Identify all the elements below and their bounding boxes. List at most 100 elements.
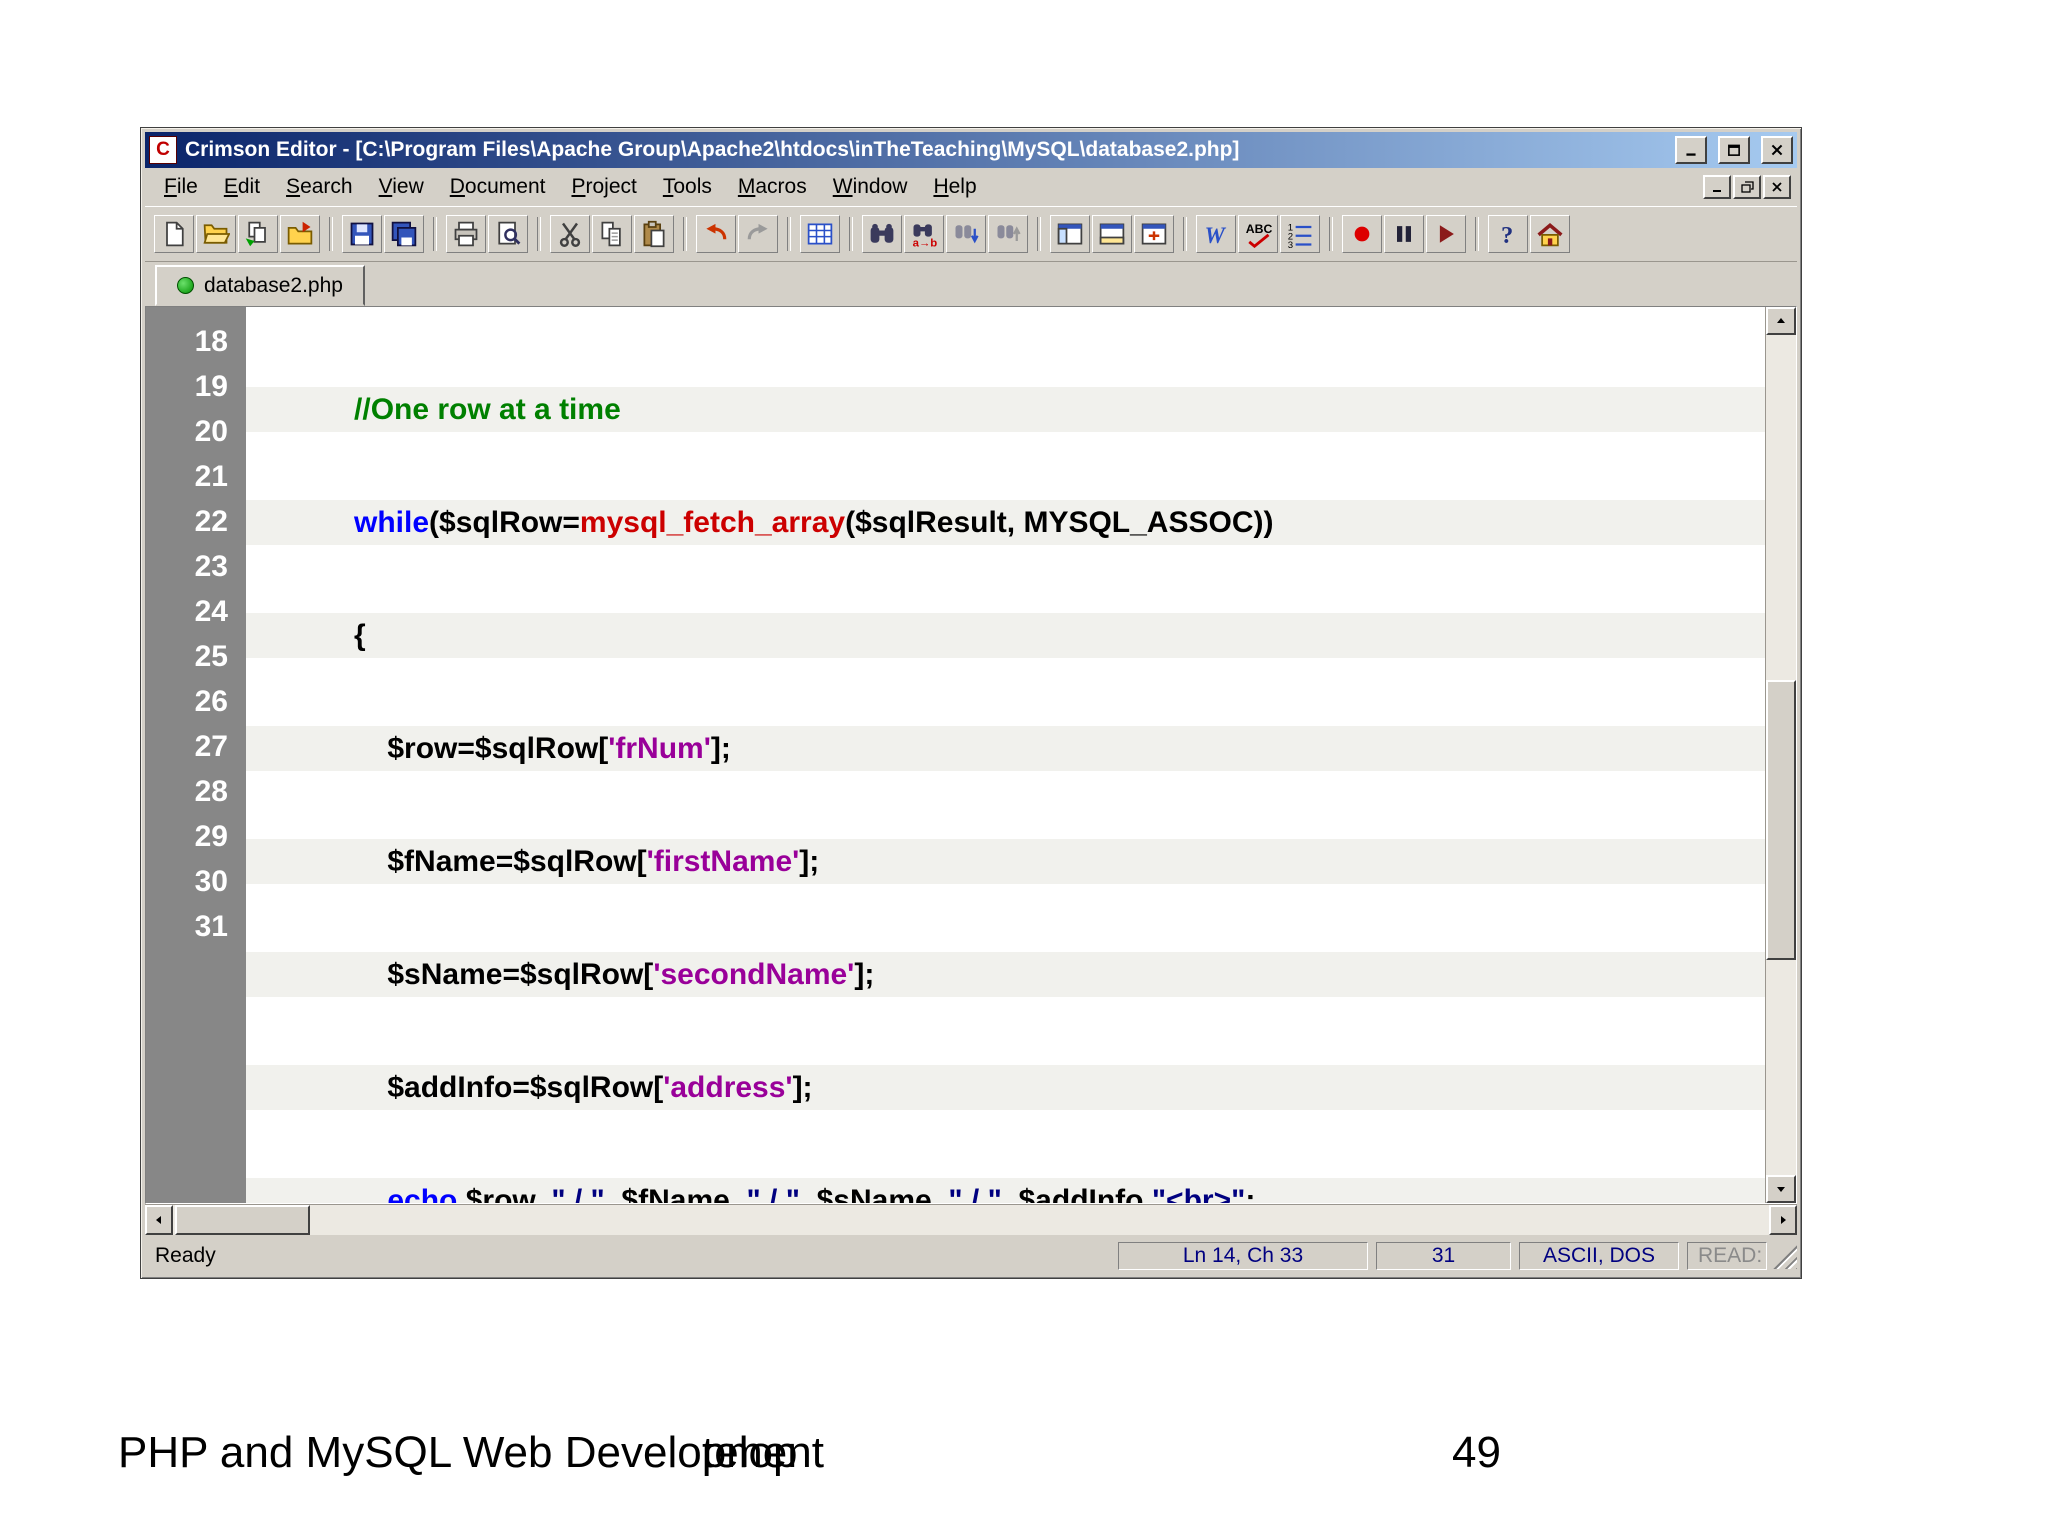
line-number: 18 [194,325,228,358]
slide-page-number: 49 [1452,1428,1501,1477]
toggle-project-pane-button[interactable] [1050,215,1090,253]
question-mark-icon: ? [1501,222,1513,248]
status-cursor-position: Ln 14, Ch 33 [1118,1242,1368,1270]
menu-help[interactable]: Help [920,171,989,203]
paste-button[interactable] [634,215,674,253]
mdi-close-button[interactable] [1763,175,1791,199]
play-icon [1439,225,1454,243]
save-button[interactable] [342,215,382,253]
menu-view[interactable]: View [366,171,437,203]
menu-project[interactable]: Project [558,171,649,203]
print-preview-button[interactable] [488,215,528,253]
code-segment: " / " [551,1184,605,1203]
status-readonly-mode: READ: [1687,1242,1767,1270]
menu-edit[interactable]: Edit [211,171,273,203]
spell-check-button[interactable]: ABC [1238,215,1278,253]
horizontal-scroll-track[interactable] [173,1205,1769,1235]
minimize-icon [1713,190,1721,192]
toolbar-separator [1329,217,1333,251]
play-macro-button[interactable] [1426,215,1466,253]
code-segment: $row. [457,1184,552,1203]
home-icon [1537,222,1563,247]
editor-area[interactable]: 18 19 20 21 22 23 24 25 26 27 28 29 30 3… [145,306,1797,1204]
minimize-button[interactable] [1675,136,1707,164]
home-button[interactable] [1530,215,1570,253]
word-w-icon: W [1205,223,1227,248]
close-button[interactable] [1761,136,1793,164]
scroll-down-button[interactable] [1766,1175,1796,1203]
new-file-button[interactable] [154,215,194,253]
maximize-icon [1728,144,1740,156]
horizontal-scroll-thumb[interactable] [175,1205,310,1235]
code-segment: //One row at a time [254,393,621,426]
scroll-up-button[interactable] [1766,307,1796,335]
copy-button[interactable] [592,215,632,253]
binoculars-icon [870,223,894,243]
scroll-right-button[interactable] [1769,1205,1797,1235]
slide-footer-overlay-text: telop [702,1428,798,1477]
undo-button[interactable] [696,215,736,253]
maximize-button[interactable] [1718,136,1750,164]
open-file-button[interactable] [196,215,236,253]
word-wrap-button[interactable]: W [1196,215,1236,253]
status-bar: Ready Ln 14, Ch 33 31 ASCII, DOS READ: [145,1235,1797,1274]
toolbar-separator [329,217,333,251]
record-macro-button[interactable] [1342,215,1382,253]
full-screen-button[interactable] [1134,215,1174,253]
menu-search[interactable]: Search [273,171,366,203]
code-segment: 'secondName' [653,958,855,991]
window-resize-grip[interactable] [1771,1243,1797,1269]
cut-button[interactable] [550,215,590,253]
vertical-scrollbar[interactable] [1765,307,1796,1203]
code-segment: " / " [746,1184,800,1203]
toolbar-separator [787,217,791,251]
find-next-button[interactable] [946,215,986,253]
new-file-icon [166,221,184,247]
help-button[interactable]: ? [1488,215,1528,253]
close-icon [1772,182,1782,192]
menu-document[interactable]: Document [437,171,559,203]
code-segment: ]; [792,1071,813,1104]
find-previous-button[interactable] [988,215,1028,253]
vertical-scroll-track[interactable] [1766,335,1796,1175]
binoculars-down-icon [955,225,979,244]
code-segment: ($sqlRow= [429,506,580,539]
save-all-button[interactable] [384,215,424,253]
line-number: 21 [194,460,228,493]
mdi-minimize-button[interactable] [1703,175,1731,199]
code-segment: ($sqlResult, MYSQL_ASSOC)) [845,506,1274,539]
tab-database2-php[interactable]: database2.php [155,265,365,306]
full-screen-icon [1141,223,1167,245]
menu-tools[interactable]: Tools [650,171,725,203]
menu-macros[interactable]: Macros [725,171,820,203]
code-segment: . $fName. [604,1184,747,1203]
toggle-output-pane-button[interactable] [1092,215,1132,253]
scroll-left-button[interactable] [145,1205,173,1235]
arrow-up-icon [1777,318,1785,323]
tab-bar: database2.php [145,262,1797,306]
macro-list-button[interactable]: 123 [1280,215,1320,253]
menu-window[interactable]: Window [820,171,921,203]
line-number: 20 [194,415,228,448]
file-status-dot-icon [177,277,194,294]
find-button[interactable] [862,215,902,253]
reload-file-button[interactable] [238,215,278,253]
mdi-restore-button[interactable] [1733,175,1761,199]
tab-label: database2.php [204,273,343,297]
title-bar[interactable]: C Crimson Editor - [C:\Program Files\Apa… [145,132,1797,168]
pause-macro-button[interactable] [1384,215,1424,253]
find-replace-button[interactable]: a→b [904,215,944,253]
select-column-button[interactable] [800,215,840,253]
line-number: 27 [194,730,228,763]
status-ready-text: Ready [155,1244,216,1267]
svg-text:3: 3 [1288,240,1293,248]
svg-text:?: ? [1501,222,1513,248]
menu-file[interactable]: File [151,171,211,203]
horizontal-scrollbar[interactable] [145,1204,1797,1235]
code-text-area[interactable]: //One row at a time while($sqlRow=mysql_… [246,307,1765,1203]
vertical-scroll-thumb[interactable] [1766,680,1796,960]
open-workspace-button[interactable] [280,215,320,253]
line-number: 26 [194,685,228,718]
redo-button[interactable] [738,215,778,253]
print-button[interactable] [446,215,486,253]
